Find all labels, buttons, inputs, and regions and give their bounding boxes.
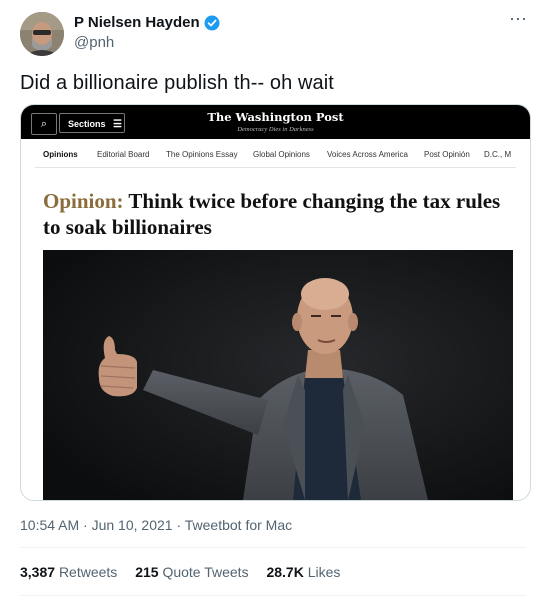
engagement-stats: 3,387 Retweets 215 Quote Tweets 28.7K Li… — [20, 564, 354, 580]
display-name[interactable]: P Nielsen Hayden — [74, 14, 200, 31]
likes-label: Likes — [307, 564, 341, 580]
tweet: P Nielsen Hayden @pnh ⋯ Did a billionair… — [0, 0, 546, 598]
handle[interactable]: @pnh — [74, 34, 114, 51]
avatar[interactable] — [20, 12, 64, 56]
tweet-media-card[interactable]: ⌕ Sections ☰ The Washington Post Democra… — [20, 104, 531, 501]
quote-tweets-stat[interactable]: 215 Quote Tweets — [135, 564, 248, 580]
author-name-row[interactable]: P Nielsen Hayden — [74, 14, 220, 31]
divider — [20, 547, 526, 548]
nav-item-voices-across-america: Voices Across America — [327, 150, 408, 159]
wapo-section-nav: Opinions Editorial Board The Opinions Es… — [21, 147, 530, 163]
headline-kicker: Opinion: — [43, 189, 124, 213]
man-thumbs-up-photo — [43, 250, 513, 500]
likes-count: 28.7K — [266, 564, 304, 580]
nav-item-opinions: Opinions — [43, 150, 78, 159]
retweets-label: Retweets — [58, 564, 118, 580]
wapo-logo: The Washington Post — [207, 110, 344, 124]
quote-tweets-label: Quote Tweets — [162, 564, 249, 580]
verified-badge-icon — [204, 15, 220, 30]
nav-item-dc: D.C., M — [484, 150, 512, 159]
retweets-stat[interactable]: 3,387 Retweets — [20, 564, 117, 580]
article-photo — [43, 250, 513, 500]
divider — [35, 167, 516, 168]
article-headline: Opinion: Think twice before changing the… — [43, 188, 503, 240]
wapo-topbar: ⌕ Sections ☰ The Washington Post Democra… — [21, 105, 530, 139]
wapo-tagline: Democracy Dies in Darkness — [237, 126, 314, 133]
nav-item-opinions-essay: The Opinions Essay — [166, 150, 238, 159]
nav-item-post-opinion: Post Opinión — [424, 150, 470, 159]
retweets-count: 3,387 — [20, 564, 56, 580]
nav-item-global-opinions: Global Opinions — [253, 150, 310, 159]
tweet-timestamp[interactable]: 10:54 AM · Jun 10, 2021 · Tweetbot for M… — [20, 517, 292, 533]
likes-stat[interactable]: 28.7K Likes — [266, 564, 340, 580]
tweet-text: Did a billionaire publish th-- oh wait — [20, 72, 334, 94]
divider — [20, 595, 526, 596]
avatar-image — [20, 12, 64, 56]
nav-item-editorial-board: Editorial Board — [97, 150, 150, 159]
quote-tweets-count: 215 — [135, 564, 159, 580]
more-options-icon[interactable]: ⋯ — [509, 10, 528, 28]
